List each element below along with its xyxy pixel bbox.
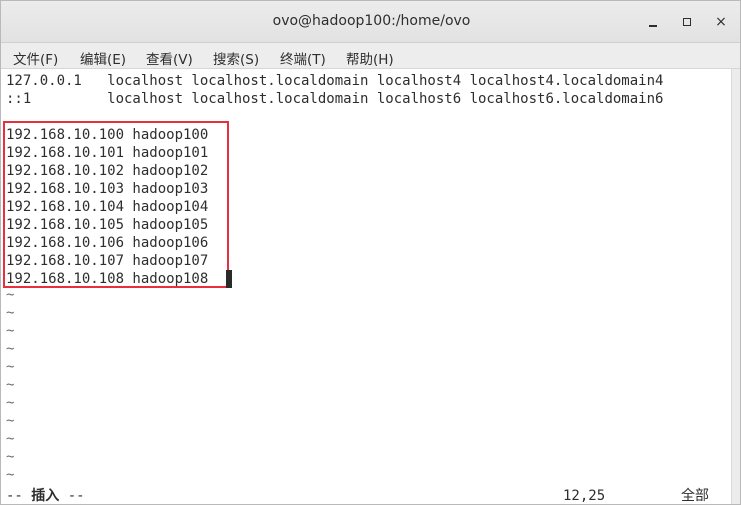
- empty-line-marker: ~: [6, 413, 15, 429]
- empty-line-marker: ~: [6, 359, 15, 375]
- scroll-position: 全部: [681, 488, 709, 504]
- window-title: ovo@hadoop100:/home/ovo: [272, 13, 471, 29]
- hosts-line: ::1 localhost localhost.localdomain loca…: [6, 91, 664, 107]
- menu-bar: 文件(F) 编辑(E) 查看(V) 搜索(S) 终端(T) 帮助(H): [1, 43, 740, 69]
- cursor-position: 12,25: [563, 488, 606, 504]
- terminal-window: ovo@hadoop100:/home/ovo × 文件(F) 编辑(E) 查看…: [0, 0, 741, 505]
- close-button[interactable]: ×: [709, 10, 733, 34]
- empty-line-marker: ~: [6, 341, 15, 357]
- menu-help[interactable]: 帮助(H): [346, 48, 394, 68]
- maximize-icon: [683, 18, 691, 26]
- text-cursor: [226, 270, 232, 288]
- mode-label: 插入: [31, 488, 60, 504]
- mode-suffix: --: [59, 488, 85, 504]
- minimize-button[interactable]: [641, 10, 665, 34]
- empty-line-marker: ~: [6, 431, 15, 447]
- empty-line-marker: ~: [6, 449, 15, 465]
- mode-prefix: --: [6, 488, 32, 504]
- menu-search[interactable]: 搜索(S): [213, 48, 259, 68]
- menu-edit[interactable]: 编辑(E): [80, 48, 126, 68]
- hosts-line: 127.0.0.1 localhost localhost.localdomai…: [6, 73, 664, 89]
- menu-view[interactable]: 查看(V): [146, 48, 193, 68]
- menu-file[interactable]: 文件(F): [13, 48, 58, 68]
- close-icon: ×: [715, 14, 727, 30]
- empty-line-marker: ~: [6, 305, 15, 321]
- empty-line-marker: ~: [6, 377, 15, 393]
- vim-mode-indicator: -- 插入 --: [6, 487, 85, 504]
- annotation-highlight-box: [3, 121, 229, 288]
- title-bar[interactable]: ovo@hadoop100:/home/ovo ×: [1, 1, 740, 43]
- vertical-scrollbar[interactable]: [731, 69, 740, 504]
- empty-line-marker: ~: [6, 287, 15, 303]
- menu-terminal[interactable]: 终端(T): [280, 48, 326, 68]
- empty-line-marker: ~: [6, 323, 15, 339]
- empty-line-marker: ~: [6, 467, 15, 483]
- empty-line-marker: ~: [6, 395, 15, 411]
- maximize-button[interactable]: [675, 10, 699, 34]
- minimize-icon: [649, 25, 657, 27]
